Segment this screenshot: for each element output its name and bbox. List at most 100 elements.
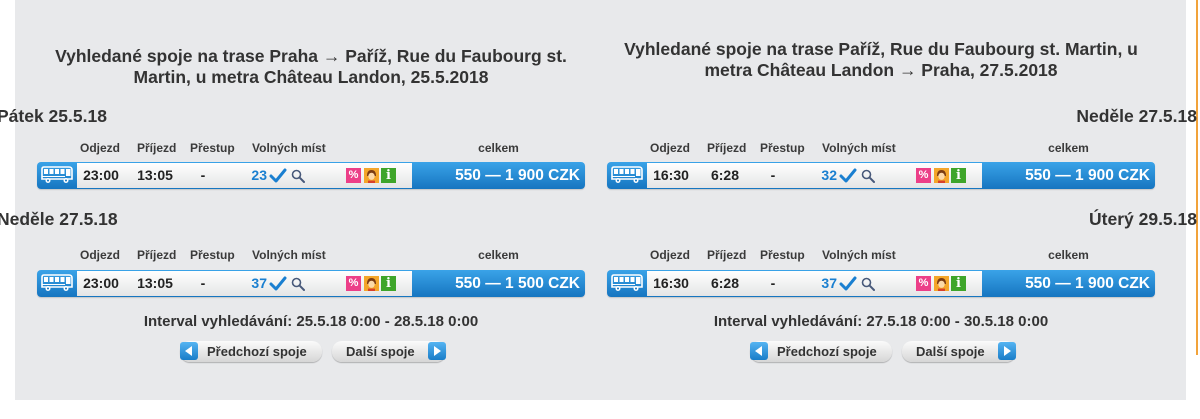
arrow-right-icon <box>428 342 446 360</box>
discount-icon: % <box>916 168 931 183</box>
title-line: Martin, u metra Château Landon, 25.5.201… <box>133 67 489 87</box>
price-total[interactable]: 550 — 1 500 CZK <box>412 270 585 297</box>
check-icon <box>839 276 857 290</box>
search-icon[interactable] <box>861 277 875 291</box>
header-departure: Odjezd <box>650 248 691 262</box>
header-arrival: Příjezd <box>707 248 747 262</box>
info-icon[interactable]: i <box>381 276 396 291</box>
arrival-time: 6:28 <box>710 167 740 183</box>
free-seats-count: 37 <box>251 275 267 291</box>
connection-details: 16:30 6:28 - 32 % i <box>647 163 982 188</box>
search-icon[interactable] <box>291 169 305 183</box>
arrow-left-icon <box>750 342 768 360</box>
header-free-seats: Volných míst <box>252 248 326 262</box>
header-arrival: Příjezd <box>137 248 177 262</box>
info-icon[interactable]: i <box>951 276 966 291</box>
info-icon[interactable]: i <box>951 168 966 183</box>
header-departure: Odjezd <box>80 141 121 155</box>
connection-details: 23:00 13:05 - 37 % i <box>77 271 412 296</box>
header-free-seats: Volných míst <box>252 141 326 155</box>
price-total[interactable]: 550 — 1 900 CZK <box>982 162 1155 189</box>
person-icon <box>934 168 949 183</box>
free-seats: 23 <box>227 163 305 188</box>
next-connections-label: Další spoje <box>346 344 415 359</box>
header-arrival: Příjezd <box>707 141 747 155</box>
header-transfer: Přestup <box>190 248 235 262</box>
bus-icon <box>41 166 73 183</box>
connection-row[interactable]: 16:30 6:28 - 37 % i 550 — 1 900 CZK <box>607 270 1155 297</box>
header-free-seats: Volných míst <box>822 141 896 155</box>
free-seats-count: 23 <box>251 167 267 183</box>
departure-time: 23:00 <box>83 275 119 291</box>
header-total: celkem <box>478 248 519 262</box>
check-icon <box>839 168 857 182</box>
previous-connections-button[interactable]: Předchozí spoje <box>750 341 892 362</box>
title-line: Vyhledané spoje na trase Praha → Paříž, … <box>55 46 567 66</box>
side-divider <box>1196 0 1198 355</box>
next-connections-label: Další spoje <box>916 344 985 359</box>
search-icon[interactable] <box>861 169 875 183</box>
title-line: Vyhledané spoje na trase Paříž, Rue du F… <box>624 39 1138 59</box>
connection-details: 23:00 13:05 - 23 % i <box>77 163 412 188</box>
return-results: Vyhledané spoje na trase Paříž, Rue du F… <box>607 0 1197 400</box>
header-total: celkem <box>478 141 519 155</box>
header-free-seats: Volných míst <box>822 248 896 262</box>
departure-time: 23:00 <box>83 167 119 183</box>
search-interval: Interval vyhledávání: 27.5.18 0:00 - 30.… <box>713 313 1049 330</box>
previous-connections-label: Předchozí spoje <box>207 344 307 359</box>
arrival-time: 6:28 <box>710 275 740 291</box>
search-interval: Interval vyhledávání: 25.5.18 0:00 - 28.… <box>143 313 479 330</box>
column-headers: Odjezd Příjezd Přestup Volných míst celk… <box>607 248 1155 262</box>
price-total[interactable]: 550 — 1 900 CZK <box>412 162 585 189</box>
arrival-time: 13:05 <box>137 167 173 183</box>
connection-row[interactable]: 23:00 13:05 - 37 % i 550 — 1 500 CZK <box>37 270 585 297</box>
previous-connections-button[interactable]: Předchozí spoje <box>180 341 322 362</box>
person-icon <box>364 276 379 291</box>
transfers: - <box>200 167 206 183</box>
bus-icon <box>611 166 643 183</box>
departure-time: 16:30 <box>653 275 689 291</box>
bus-icon <box>41 274 73 291</box>
day-heading: Pátek 25.5.18 <box>0 106 107 126</box>
column-headers: Odjezd Příjezd Přestup Volných míst celk… <box>607 141 1155 155</box>
price-total[interactable]: 550 — 1 900 CZK <box>982 270 1155 297</box>
connection-row[interactable]: 23:00 13:05 - 23 % i 550 — 1 900 CZK <box>37 162 585 189</box>
search-icon[interactable] <box>291 277 305 291</box>
check-icon <box>269 276 287 290</box>
free-seats: 37 <box>227 271 305 296</box>
title-line: metra Château Landon → Praha, 27.5.2018 <box>704 60 1058 80</box>
header-arrival: Příjezd <box>137 141 177 155</box>
transfers: - <box>770 167 776 183</box>
discount-icon: % <box>346 168 361 183</box>
day-heading: Neděle 27.5.18 <box>0 209 118 229</box>
transfers: - <box>770 275 776 291</box>
return-title: Vyhledané spoje na trase Paříž, Rue du F… <box>587 39 1175 81</box>
connection-row[interactable]: 16:30 6:28 - 32 % i 550 — 1 900 CZK <box>607 162 1155 189</box>
header-departure: Odjezd <box>650 141 691 155</box>
bus-icon <box>611 274 643 291</box>
column-headers: Odjezd Příjezd Přestup Volných míst celk… <box>37 248 585 262</box>
header-departure: Odjezd <box>80 248 121 262</box>
next-connections-button[interactable]: Další spoje <box>902 341 1016 362</box>
departure-time: 16:30 <box>653 167 689 183</box>
arrow-right-icon <box>998 342 1016 360</box>
day-heading: Úterý 29.5.18 <box>1089 209 1197 229</box>
free-seats-count: 37 <box>821 275 837 291</box>
info-icon[interactable]: i <box>381 168 396 183</box>
free-seats: 32 <box>797 163 875 188</box>
header-transfer: Přestup <box>190 141 235 155</box>
discount-icon: % <box>916 276 931 291</box>
arrow-left-icon <box>180 342 198 360</box>
arrival-time: 13:05 <box>137 275 173 291</box>
person-icon <box>934 276 949 291</box>
column-headers: Odjezd Příjezd Přestup Volných míst celk… <box>37 141 585 155</box>
previous-connections-label: Předchozí spoje <box>777 344 877 359</box>
next-connections-button[interactable]: Další spoje <box>332 341 446 362</box>
day-heading: Neděle 27.5.18 <box>1076 106 1197 126</box>
transfers: - <box>200 275 206 291</box>
header-transfer: Přestup <box>760 141 805 155</box>
discount-icon: % <box>346 276 361 291</box>
free-seats: 37 <box>797 271 875 296</box>
free-seats-count: 32 <box>821 167 837 183</box>
header-total: celkem <box>1048 248 1089 262</box>
